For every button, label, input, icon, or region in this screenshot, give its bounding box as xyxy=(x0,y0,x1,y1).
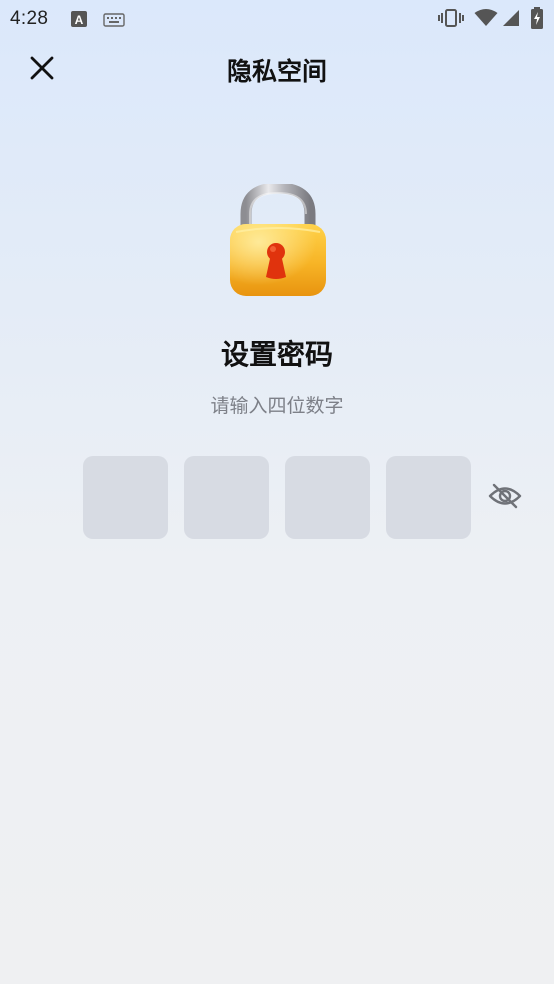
pin-digit-4[interactable] xyxy=(386,456,471,539)
pin-digit-3[interactable] xyxy=(285,456,370,539)
status-bar: 4:28 A xyxy=(0,0,554,38)
vibrate-icon xyxy=(438,8,464,32)
signal-icon xyxy=(502,9,520,31)
eye-hidden-icon xyxy=(488,483,522,513)
set-password-hint: 请输入四位数字 xyxy=(210,395,344,417)
wifi-icon xyxy=(474,9,498,31)
padlock-icon xyxy=(226,182,330,300)
set-password-title: 设置密码 xyxy=(220,338,333,371)
status-time: 4:28 xyxy=(10,8,49,29)
svg-text:A: A xyxy=(75,13,84,27)
battery-charging-icon xyxy=(530,7,544,33)
header: 隐私空间 xyxy=(0,38,554,100)
keyboard-icon xyxy=(103,12,125,31)
pin-digit-2[interactable] xyxy=(184,456,269,539)
page-title: 隐私空间 xyxy=(226,57,327,86)
pin-digit-1[interactable] xyxy=(83,456,168,539)
pin-input-group xyxy=(83,456,471,539)
font-a-icon: A xyxy=(70,10,88,32)
toggle-visibility-button[interactable] xyxy=(487,480,523,516)
